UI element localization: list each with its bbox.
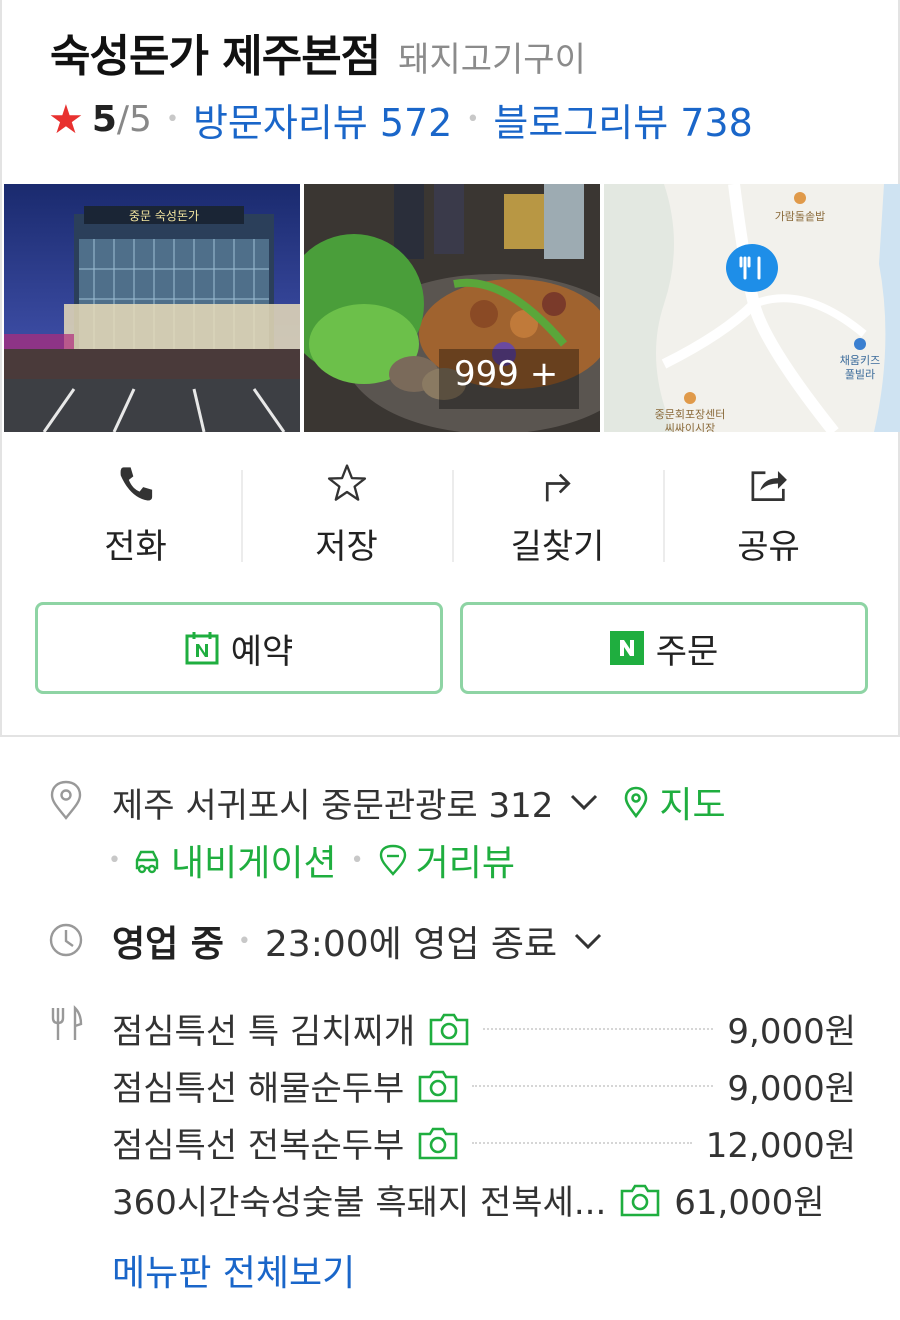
photo-strip: 중문 숙성돈가 999 + 가람돌솥밥 채움키즈 풀빌라 중문회포장센터 씨싸이… bbox=[4, 184, 900, 432]
chevron-down-icon[interactable] bbox=[571, 929, 605, 953]
share-icon bbox=[751, 470, 787, 501]
navigation-link[interactable]: 내비게이션 bbox=[131, 834, 337, 886]
dotted-leader bbox=[472, 1084, 714, 1087]
action-label: 길찾기 bbox=[510, 527, 605, 567]
camera-icon bbox=[419, 1070, 458, 1102]
place-title[interactable]: 숙성돈가 제주본점 bbox=[50, 20, 381, 84]
order-label: 주문 bbox=[655, 631, 719, 672]
menu-item-name: 360시간숙성숯불 흑돼지 전복세... bbox=[112, 1183, 607, 1223]
menu-item-name: 점심특선 특 김치찌개 bbox=[112, 1012, 416, 1052]
separator-dot: • bbox=[108, 847, 121, 873]
menu-item-price: 61,000원 bbox=[674, 1183, 825, 1223]
map-link-label: 지도 bbox=[659, 785, 726, 826]
order-button[interactable]: 주문 bbox=[460, 602, 868, 694]
naver-calendar-icon bbox=[185, 632, 219, 665]
map-link[interactable]: 지도 bbox=[623, 776, 726, 828]
map-poi-right-2: 풀빌라 bbox=[845, 368, 875, 381]
visitor-reviews-link[interactable]: 방문자리뷰 572 bbox=[193, 92, 452, 147]
menu-icon-cell bbox=[48, 1004, 84, 1044]
star-outline-icon bbox=[327, 464, 366, 501]
car-icon bbox=[135, 850, 159, 874]
address-text[interactable]: 제주 서귀포시 중문관광로 312 bbox=[112, 778, 553, 827]
photo-map[interactable]: 가람돌솥밥 채움키즈 풀빌라 중문회포장센터 씨싸이시장 bbox=[604, 184, 900, 432]
menu-list: 점심특선 특 김치찌개 9,000원 점심특선 해물순두부 9,000원 점심특… bbox=[112, 1000, 856, 1228]
menu-item[interactable]: 점심특선 전복순두부 12,000원 bbox=[112, 1114, 856, 1171]
map-poi-bottom: 중문회포장센터 bbox=[655, 408, 726, 421]
title-row: 숙성돈가 제주본점 돼지고기구이 bbox=[50, 20, 586, 84]
directions-icon bbox=[545, 473, 571, 502]
building-sign-text: 중문 숙성돈가 bbox=[129, 209, 199, 223]
navigation-label: 내비게이션 bbox=[170, 843, 337, 884]
menu-item-price: 12,000원 bbox=[705, 1126, 856, 1166]
map-poi-bottom-2: 씨싸이시장 bbox=[665, 422, 716, 432]
dotted-leader bbox=[472, 1141, 692, 1144]
camera-icon bbox=[429, 1013, 469, 1045]
address-icon-cell bbox=[48, 780, 84, 820]
map-poi-top: 가람돌솥밥 bbox=[775, 210, 826, 223]
star-icon: ★ bbox=[48, 96, 84, 143]
action-bar: 전화 저장 길찾기 공유 bbox=[30, 458, 874, 568]
camera-icon bbox=[419, 1127, 458, 1159]
hours-detail: 23:00에 영업 종료 bbox=[264, 924, 558, 965]
rating-row: ★ 5/5 • 방문자리뷰 572 • 블로그리뷰 738 bbox=[48, 92, 753, 147]
menu-item-name: 점심특선 해물순두부 bbox=[112, 1069, 405, 1109]
blog-reviews-link[interactable]: 블로그리뷰 738 bbox=[493, 92, 752, 147]
photo-count-label[interactable]: 999 + bbox=[454, 354, 558, 394]
rating-max: /5 bbox=[116, 99, 152, 140]
hours-status: 영업 중 bbox=[112, 924, 224, 965]
action-call[interactable]: 전화 bbox=[30, 458, 241, 568]
street-view-pin-icon bbox=[379, 844, 406, 876]
reserve-label: 예약 bbox=[230, 631, 294, 672]
action-share[interactable]: 공유 bbox=[663, 458, 874, 568]
menu-item[interactable]: 360시간숙성숯불 흑돼지 전복세... 61,000원 bbox=[112, 1171, 856, 1228]
action-save[interactable]: 저장 bbox=[241, 458, 452, 568]
separator-dot: • bbox=[466, 107, 480, 132]
separator-dot: • bbox=[350, 847, 364, 873]
map-poi-right-1: 채움키즈 bbox=[840, 354, 880, 367]
phone-icon bbox=[120, 467, 152, 501]
clock-icon bbox=[49, 923, 83, 957]
menu-item[interactable]: 점심특선 해물순두부 9,000원 bbox=[112, 1057, 856, 1114]
photo-food[interactable]: 999 + bbox=[304, 184, 600, 432]
chevron-down-icon[interactable] bbox=[567, 790, 601, 814]
hours-row[interactable]: 영업 중 • 23:00에 영업 종료 bbox=[112, 915, 605, 967]
menu-item-name: 점심특선 전복순두부 bbox=[112, 1126, 405, 1166]
action-label: 공유 bbox=[737, 527, 800, 567]
dotted-leader bbox=[483, 1027, 714, 1030]
menu-item[interactable]: 점심특선 특 김치찌개 9,000원 bbox=[112, 1000, 856, 1057]
action-label: 전화 bbox=[104, 527, 167, 567]
menu-item-price: 9,000원 bbox=[727, 1012, 856, 1052]
street-view-link[interactable]: 거리뷰 bbox=[378, 834, 515, 886]
rating-value: 5 bbox=[91, 99, 117, 140]
fork-knife-icon bbox=[51, 1005, 83, 1040]
camera-icon bbox=[620, 1184, 660, 1216]
naver-n-icon bbox=[609, 631, 644, 665]
street-view-label: 거리뷰 bbox=[415, 843, 515, 884]
place-category: 돼지고기구이 bbox=[398, 40, 586, 80]
action-directions[interactable]: 길찾기 bbox=[452, 458, 663, 568]
reserve-button[interactable]: 예약 bbox=[35, 602, 443, 694]
action-label: 저장 bbox=[315, 527, 378, 567]
photo-building[interactable]: 중문 숙성돈가 bbox=[4, 184, 300, 432]
separator-dot: • bbox=[165, 107, 179, 132]
separator-dot: • bbox=[237, 928, 251, 954]
menu-item-price: 9,000원 bbox=[727, 1069, 856, 1109]
address-sub-links: • 내비게이션 • 거리뷰 bbox=[108, 834, 515, 886]
address-row: 제주 서귀포시 중문관광로 312 지도 bbox=[112, 776, 726, 828]
hours-icon-cell bbox=[48, 920, 84, 960]
map-pin-icon bbox=[625, 786, 648, 818]
view-full-menu-link[interactable]: 메뉴판 전체보기 bbox=[112, 1244, 355, 1296]
place-summary-card: 숙성돈가 제주본점 돼지고기구이 ★ 5/5 • 방문자리뷰 572 • 블로그… bbox=[0, 0, 900, 737]
location-pin-icon bbox=[50, 780, 82, 820]
